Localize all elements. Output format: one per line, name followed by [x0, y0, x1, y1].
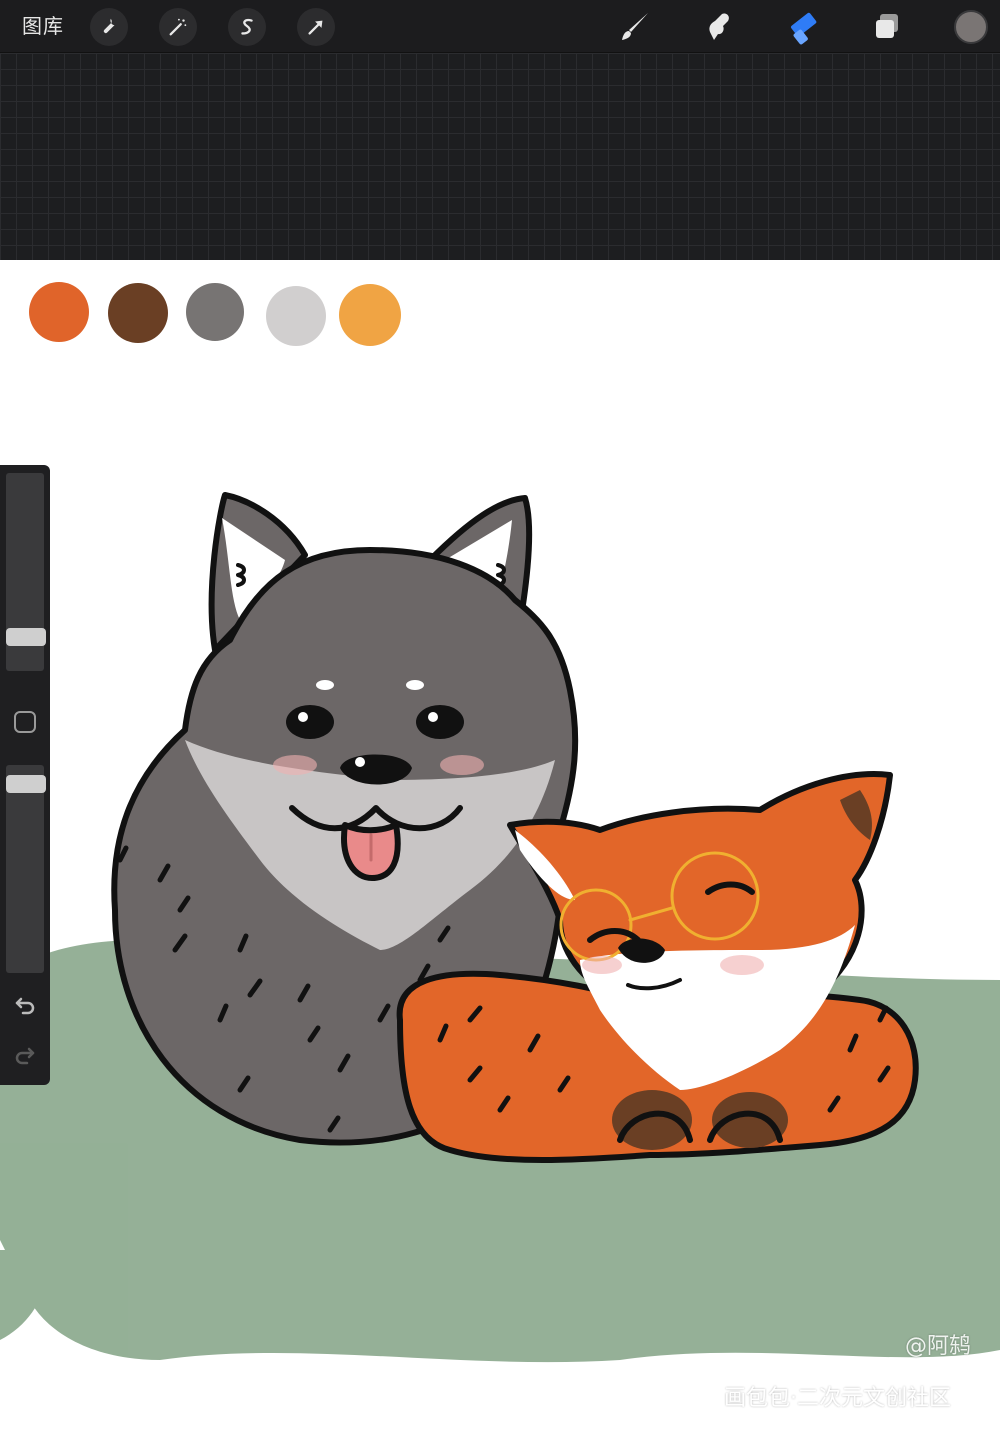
author-watermark: @阿鸫	[905, 1334, 972, 1359]
layers-icon	[876, 14, 898, 38]
redo-icon	[15, 1047, 35, 1065]
smudge-icon	[709, 13, 729, 40]
smudge-button[interactable]	[700, 8, 738, 46]
eraser-icon	[791, 12, 817, 45]
wrench-icon	[103, 18, 115, 34]
transform-button[interactable]	[297, 8, 335, 46]
eraser-button[interactable]	[784, 8, 822, 46]
adjustments-button[interactable]	[159, 8, 197, 46]
brush-size-thumb[interactable]	[6, 627, 46, 646]
magic-wand-icon	[169, 18, 187, 36]
opacity-slider[interactable]	[6, 765, 44, 973]
brush-icon	[622, 13, 648, 40]
actions-button[interactable]	[90, 8, 128, 46]
opacity-thumb[interactable]	[6, 774, 46, 793]
selection-button[interactable]	[228, 8, 266, 46]
undo-icon	[15, 997, 35, 1015]
gallery-button[interactable]: 图库	[22, 12, 64, 40]
undo-button[interactable]	[10, 990, 40, 1020]
transform-arrow-icon	[308, 20, 323, 35]
selection-icon	[241, 18, 253, 35]
top-toolbar: 图库	[0, 0, 1000, 53]
layers-button[interactable]	[868, 8, 906, 46]
workspace-grid	[0, 53, 1000, 260]
artwork	[0, 492, 1000, 1363]
modify-button[interactable]	[14, 711, 36, 733]
brush-button[interactable]	[616, 8, 654, 46]
side-slider-panel	[0, 465, 50, 1085]
site-watermark: 画包包·二次元文创社区	[724, 1386, 951, 1411]
color-picker-button[interactable]	[954, 10, 988, 44]
drawing-canvas[interactable]: @阿鸫 画包包·二次元文创社区	[0, 260, 1000, 1432]
redo-button[interactable]	[10, 1040, 40, 1070]
